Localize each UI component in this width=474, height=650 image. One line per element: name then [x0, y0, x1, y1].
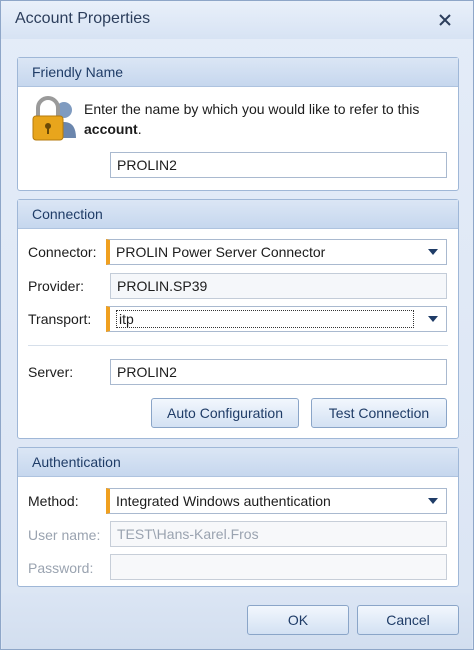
connection-header: Connection: [18, 200, 458, 229]
ok-button[interactable]: OK: [247, 605, 349, 635]
lock-user-icon: [32, 96, 76, 141]
method-value: Integrated Windows authentication: [116, 493, 331, 509]
provider-field: PROLIN.SP39: [110, 273, 447, 299]
close-icon: [439, 14, 451, 26]
description-suffix: .: [137, 121, 142, 137]
close-button[interactable]: [435, 10, 455, 30]
transport-label: Transport:: [28, 311, 92, 327]
authentication-group: Authentication Method: Integrated Window…: [17, 447, 459, 587]
connector-value: PROLIN Power Server Connector: [116, 244, 326, 260]
connector-label: Connector:: [28, 244, 97, 260]
username-input: TEST\Hans-Karel.Fros: [110, 521, 447, 547]
auto-configuration-button[interactable]: Auto Configuration: [151, 398, 299, 428]
connector-select[interactable]: PROLIN Power Server Connector: [106, 239, 447, 265]
username-label: User name:: [28, 527, 101, 543]
connection-separator: [28, 345, 448, 346]
transport-select[interactable]: itp: [106, 306, 447, 332]
description-bold: account: [84, 121, 138, 137]
description-text: Enter the name by which you would like t…: [84, 101, 420, 117]
test-connection-button[interactable]: Test Connection: [311, 398, 447, 428]
provider-label: Provider:: [28, 278, 85, 294]
window-title: Account Properties: [15, 10, 151, 27]
chevron-down-icon: [428, 316, 438, 322]
transport-value: itp: [116, 310, 414, 328]
password-label: Password:: [28, 560, 94, 576]
chevron-down-icon: [428, 498, 438, 504]
friendly-name-group: Friendly Name Enter the name by which yo…: [17, 57, 459, 191]
server-input[interactable]: PROLIN2: [110, 359, 447, 385]
method-select[interactable]: Integrated Windows authentication: [106, 488, 447, 514]
method-label: Method:: [28, 493, 79, 509]
title-bar: Account Properties: [1, 1, 473, 39]
dialog-footer: OK Cancel: [2, 593, 472, 649]
friendly-name-description: Enter the name by which you would like t…: [84, 99, 454, 139]
server-label: Server:: [28, 364, 74, 380]
friendly-name-input[interactable]: PROLIN2: [110, 152, 447, 178]
account-properties-dialog: Account Properties Friendly Name Enter t…: [0, 0, 474, 650]
cancel-button[interactable]: Cancel: [357, 605, 459, 635]
connection-group: Connection Connector: PROLIN Power Serve…: [17, 199, 459, 439]
friendly-name-header: Friendly Name: [18, 58, 458, 87]
authentication-header: Authentication: [18, 448, 458, 477]
chevron-down-icon: [428, 249, 438, 255]
password-input: [110, 554, 447, 580]
